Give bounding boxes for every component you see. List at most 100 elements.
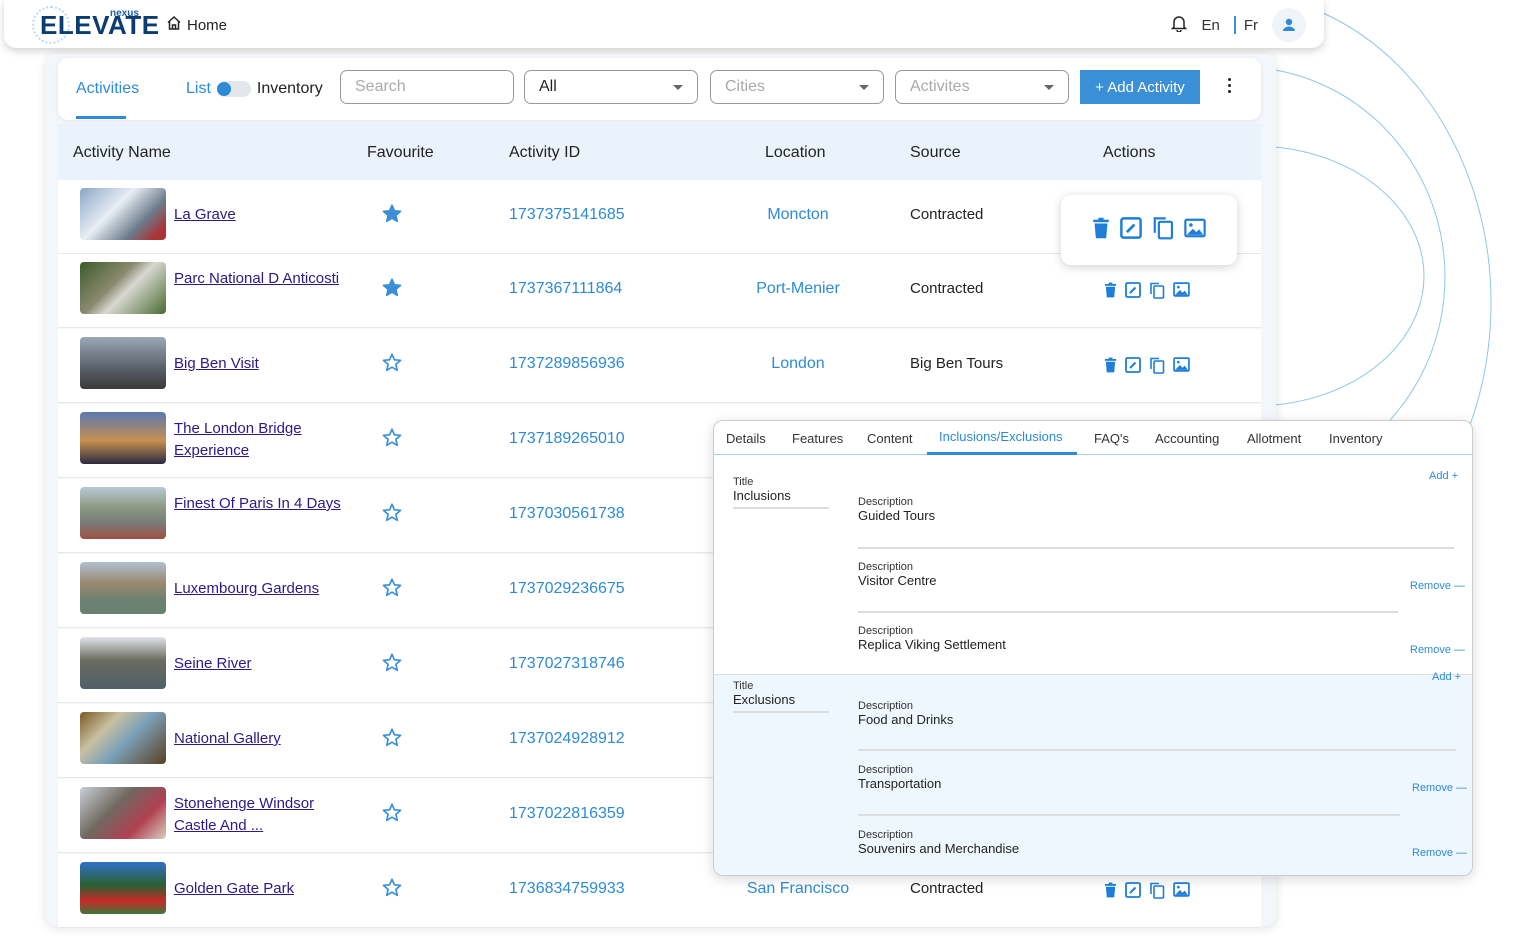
elevate-logo[interactable]: ELEVATE nexus	[32, 4, 159, 44]
activity-thumbnail[interactable]	[80, 262, 166, 314]
activity-name-link[interactable]: Big Ben Visit	[174, 353, 344, 375]
activity-id-link[interactable]: 1737027318746	[509, 655, 625, 673]
activity-name-link[interactable]: Stonehenge Windsor Castle And ...	[174, 793, 344, 837]
image-icon[interactable]	[1184, 218, 1206, 243]
location-link[interactable]: San Francisco	[718, 880, 878, 898]
activity-name-link[interactable]: Golden Gate Park	[174, 878, 344, 900]
copy-icon[interactable]	[1149, 357, 1165, 379]
activity-thumbnail[interactable]	[80, 562, 166, 614]
activity-thumbnail[interactable]	[80, 637, 166, 689]
activity-id-link[interactable]: 1737029236675	[509, 580, 625, 598]
edit-icon[interactable]	[1125, 882, 1141, 904]
toggle-list-label[interactable]: List	[186, 80, 211, 98]
inclusion-item[interactable]: Description Replica Viking Settlement	[858, 625, 1006, 652]
star-outline-icon[interactable]	[382, 428, 402, 452]
activity-id-link[interactable]: 1736834759933	[509, 880, 625, 898]
remove-inclusion-button[interactable]: Remove —	[1410, 580, 1465, 592]
activity-id-link[interactable]: 1737022816359	[509, 805, 625, 823]
location-link[interactable]: Port-Menier	[718, 280, 878, 298]
activity-name-link[interactable]: Parc National D Anticosti	[174, 268, 344, 290]
activity-thumbnail[interactable]	[80, 712, 166, 764]
lang-en[interactable]: En	[1201, 17, 1219, 34]
activity-name-link[interactable]: La Grave	[174, 204, 344, 226]
remove-inclusion-button[interactable]: Remove —	[1410, 644, 1465, 656]
tab-activities[interactable]: Activities	[76, 80, 139, 98]
star-outline-icon[interactable]	[382, 353, 402, 377]
exclusion-item[interactable]: Description Souvenirs and Merchandise	[858, 829, 1019, 856]
location-link[interactable]: Moncton	[718, 206, 878, 224]
tab-inclusions-exclusions[interactable]: Inclusions/Exclusions	[939, 429, 1063, 444]
star-outline-icon[interactable]	[382, 503, 402, 527]
activity-id-link[interactable]: 1737289856936	[509, 355, 625, 373]
type-select[interactable]: All	[524, 70, 698, 104]
table-row[interactable]: Big Ben Visit 1737289856936 London Big B…	[58, 329, 1261, 403]
delete-icon[interactable]	[1092, 217, 1110, 244]
star-outline-icon[interactable]	[382, 878, 402, 902]
activity-id-link[interactable]: 1737030561738	[509, 505, 625, 523]
remove-exclusion-button[interactable]: Remove —	[1412, 847, 1467, 859]
activity-id-link[interactable]: 1737189265010	[509, 430, 625, 448]
copy-icon[interactable]	[1152, 216, 1174, 245]
table-row[interactable]: Parc National D Anticosti 1737367111864 …	[58, 254, 1261, 328]
edit-icon[interactable]	[1125, 282, 1141, 304]
activity-thumbnail[interactable]	[80, 487, 166, 539]
tab-details[interactable]: Details	[726, 431, 766, 446]
star-outline-icon[interactable]	[382, 728, 402, 752]
search-input[interactable]: Search	[340, 70, 514, 104]
tab-inventory[interactable]: Inventory	[1329, 431, 1382, 446]
star-outline-icon[interactable]	[382, 578, 402, 602]
activities-select[interactable]: Activites	[895, 70, 1069, 104]
location-link[interactable]: London	[718, 355, 878, 373]
activity-name-link[interactable]: National Gallery	[174, 728, 344, 750]
star-filled-icon[interactable]	[382, 278, 402, 302]
copy-icon[interactable]	[1149, 282, 1165, 304]
inclusion-item[interactable]: Description Guided Tours	[858, 496, 935, 523]
star-filled-icon[interactable]	[382, 204, 402, 228]
tab-accounting[interactable]: Accounting	[1155, 431, 1219, 446]
add-exclusion-button[interactable]: Add +	[1432, 671, 1461, 683]
add-inclusion-button[interactable]: Add +	[1429, 470, 1458, 482]
exclusion-item[interactable]: Description Food and Drinks	[858, 700, 953, 727]
more-options-icon[interactable]	[1228, 78, 1234, 93]
activity-thumbnail[interactable]	[80, 337, 166, 389]
delete-icon[interactable]	[1104, 357, 1117, 379]
copy-icon[interactable]	[1149, 882, 1165, 904]
edit-icon[interactable]	[1125, 357, 1141, 379]
tab-faqs[interactable]: FAQ's	[1094, 431, 1129, 446]
activity-thumbnail[interactable]	[80, 787, 166, 839]
image-icon[interactable]	[1173, 882, 1190, 904]
inclusions-title-field[interactable]: Title Inclusions	[733, 476, 829, 509]
inclusion-item[interactable]: Description Visitor Centre	[858, 561, 937, 588]
activity-id-link[interactable]: 1737024928912	[509, 730, 625, 748]
activity-name-link[interactable]: Luxembourg Gardens	[174, 578, 344, 600]
delete-icon[interactable]	[1104, 282, 1117, 304]
user-avatar[interactable]	[1272, 8, 1306, 42]
activity-name-link[interactable]: Finest Of Paris In 4 Days	[174, 493, 344, 515]
image-icon[interactable]	[1173, 357, 1190, 379]
add-activity-button[interactable]: + Add Activity	[1080, 70, 1200, 104]
list-inventory-toggle[interactable]	[216, 81, 251, 97]
remove-exclusion-button[interactable]: Remove —	[1412, 782, 1467, 794]
toggle-inventory-label[interactable]: Inventory	[257, 80, 323, 98]
tab-content[interactable]: Content	[867, 431, 913, 446]
lang-fr[interactable]: Fr	[1244, 17, 1258, 34]
image-icon[interactable]	[1173, 282, 1190, 304]
tab-allotment[interactable]: Allotment	[1247, 431, 1301, 446]
home-link[interactable]: Home	[166, 15, 227, 35]
activity-id-link[interactable]: 1737375141685	[509, 206, 625, 224]
exclusion-item[interactable]: Description Transportation	[858, 764, 941, 791]
activity-thumbnail[interactable]	[80, 862, 166, 914]
bell-icon[interactable]	[1171, 14, 1188, 37]
edit-icon[interactable]	[1120, 216, 1142, 244]
activity-thumbnail[interactable]	[80, 412, 166, 464]
activity-id-link[interactable]: 1737367111864	[509, 280, 622, 298]
cities-select[interactable]: Cities	[710, 70, 884, 104]
exclusions-title-field[interactable]: Title Exclusions	[733, 680, 829, 713]
tab-features[interactable]: Features	[792, 431, 843, 446]
activity-name-link[interactable]: Seine River	[174, 653, 344, 675]
activity-name-link[interactable]: The London Bridge Experience	[174, 418, 344, 462]
delete-icon[interactable]	[1104, 882, 1117, 904]
activity-thumbnail[interactable]	[80, 188, 166, 240]
star-outline-icon[interactable]	[382, 803, 402, 827]
star-outline-icon[interactable]	[382, 653, 402, 677]
